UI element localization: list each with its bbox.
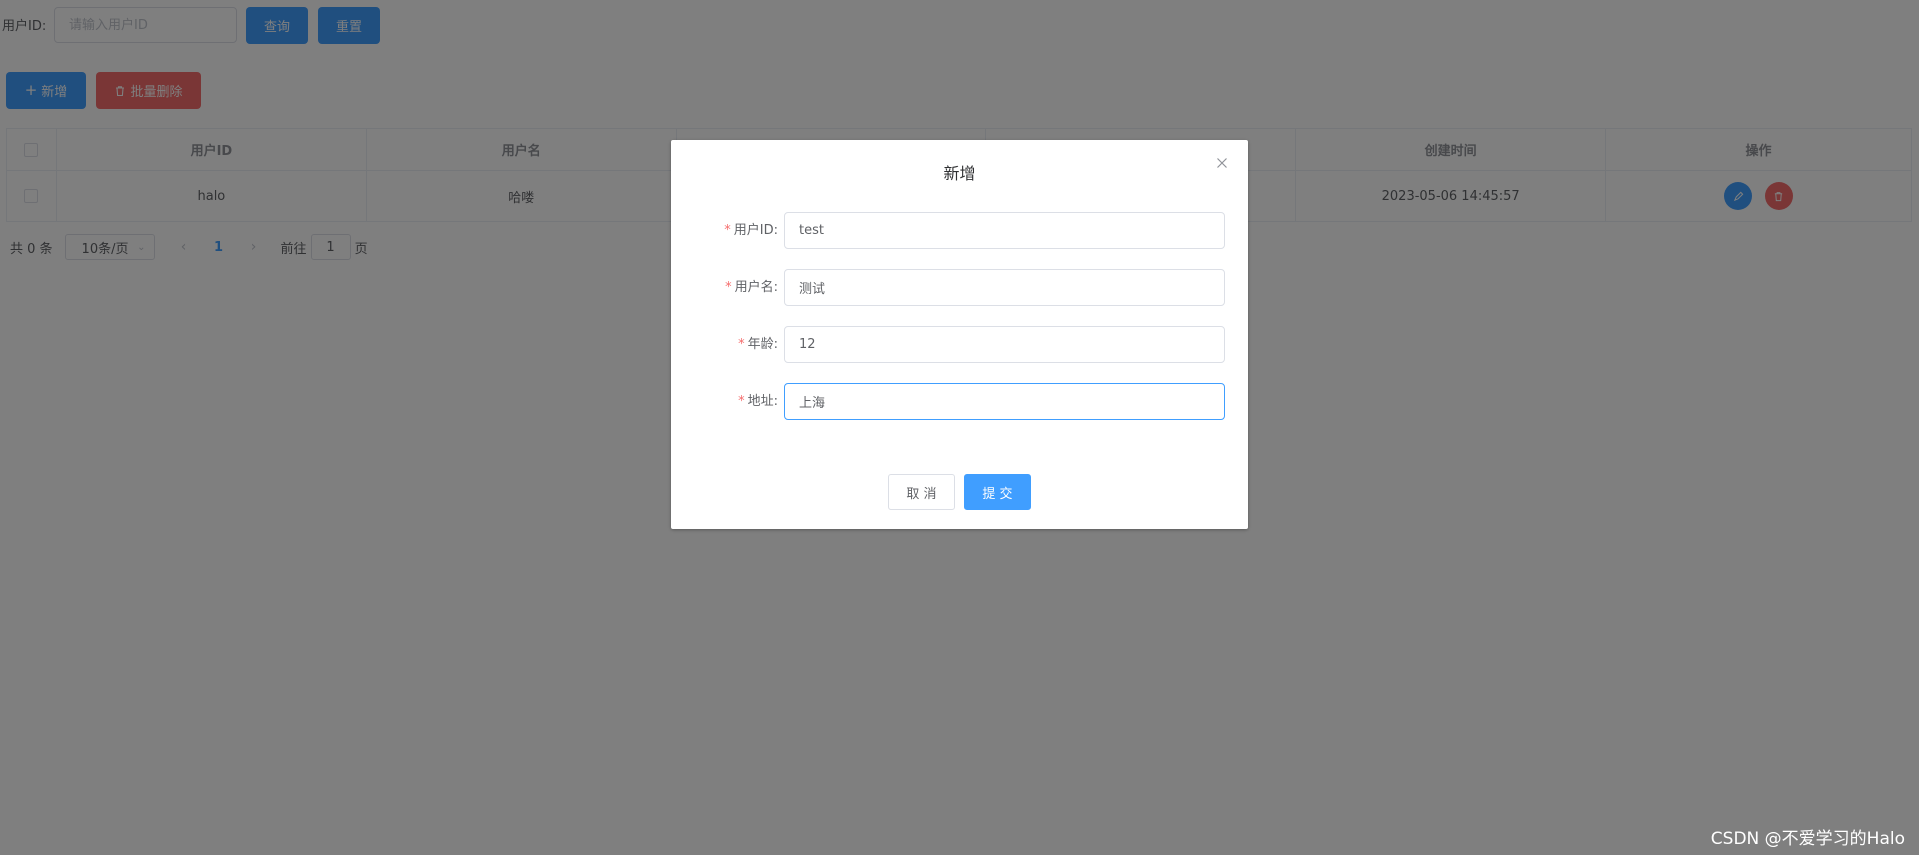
add-user-dialog: 新增 *用户ID: *用户名: *年龄: *地址: 取 消 提 交	[671, 140, 1248, 529]
username-field[interactable]	[784, 269, 1225, 306]
address-label-text: 地址:	[747, 394, 778, 409]
form-row-user-id: * 用户ID:	[671, 212, 1248, 249]
address-field[interactable]	[784, 383, 1225, 420]
age-label-text: 年龄:	[747, 337, 778, 352]
age-label: * 年龄:	[738, 326, 778, 363]
required-mark: *	[738, 394, 745, 409]
form-row-address: * 地址:	[671, 383, 1248, 420]
close-icon[interactable]	[1214, 156, 1230, 172]
username-label-text: 用户名:	[734, 280, 778, 295]
submit-button[interactable]: 提 交	[964, 474, 1031, 510]
age-field[interactable]	[784, 326, 1225, 363]
user-id-label: * 用户ID:	[724, 212, 778, 249]
form-row-username: * 用户名:	[671, 269, 1248, 306]
user-id-label-text: 用户ID:	[733, 223, 778, 238]
required-mark: *	[738, 337, 745, 352]
watermark: CSDN @不爱学习的Halo	[1710, 829, 1905, 849]
required-mark: *	[725, 280, 732, 295]
form-row-age: * 年龄:	[671, 326, 1248, 363]
user-id-field[interactable]	[784, 212, 1225, 249]
required-mark: *	[724, 223, 731, 238]
cancel-button[interactable]: 取 消	[888, 474, 955, 510]
address-label: * 地址:	[738, 383, 778, 420]
dialog-title: 新增	[943, 164, 976, 183]
username-label: * 用户名:	[725, 269, 778, 306]
user-management-page: 用户ID: 查询 重置 + 新增 批量删除 用户ID 用户名 创建时间 操作	[0, 0, 1919, 855]
